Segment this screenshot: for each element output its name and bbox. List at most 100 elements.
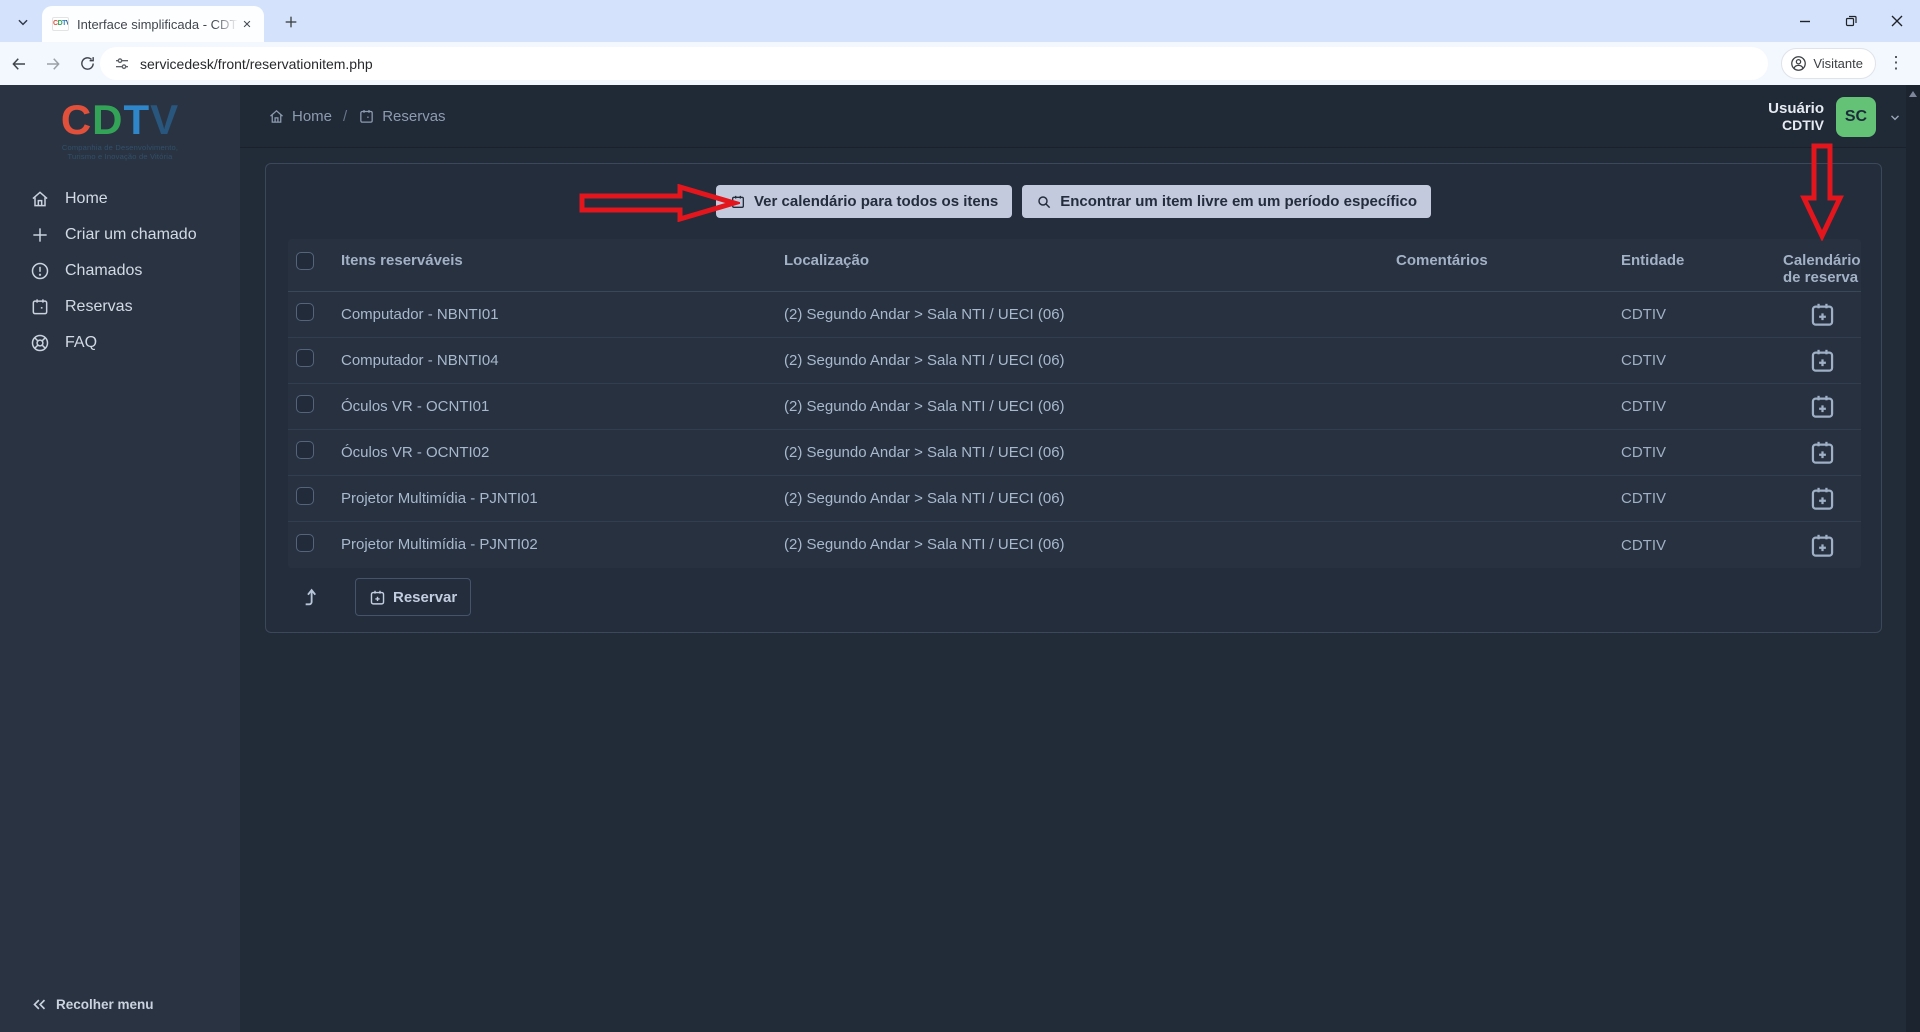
entity-cell: CDTIV [1621, 398, 1666, 415]
row-checkbox[interactable] [296, 441, 314, 459]
cdtv-logo: CDTV Companhia de Desenvolvimento, Turis… [0, 97, 240, 162]
window-restore-button[interactable] [1828, 0, 1874, 42]
entity-cell: CDTIV [1621, 444, 1666, 461]
close-icon [1891, 15, 1903, 27]
reservation-calendar-button[interactable] [1807, 391, 1838, 422]
calendar-plus-icon [1811, 303, 1833, 326]
table-row: Óculos VR - OCNTI01 (2) Segundo Andar > … [288, 384, 1861, 430]
calendar-plus-icon [1811, 487, 1833, 510]
calendar-plus-icon [1811, 534, 1833, 557]
item-link[interactable]: Projetor Multimídia - PJNTI02 [341, 536, 538, 553]
calendar-plus-icon [1811, 349, 1833, 372]
location-link[interactable]: (2) Segundo Andar > Sala NTI / UECI (06) [784, 536, 1065, 553]
page-scrollbar[interactable] [1906, 85, 1920, 1032]
row-checkbox[interactable] [296, 487, 314, 505]
find-free-item-button[interactable]: Encontrar um item livre em um período es… [1022, 185, 1431, 218]
site-settings-icon [116, 57, 128, 69]
profile-label: Visitante [1813, 56, 1863, 71]
location-link[interactable]: (2) Segundo Andar > Sala NTI / UECI (06) [784, 398, 1065, 415]
reserve-button[interactable]: Reservar [355, 578, 472, 616]
calendar-icon [32, 299, 48, 315]
browser-profile-button[interactable]: Visitante [1781, 48, 1876, 79]
col-header-entity: Entidade [1621, 252, 1685, 269]
window-close-button[interactable] [1874, 0, 1920, 42]
item-link[interactable]: Projetor Multimídia - PJNTI01 [341, 490, 538, 507]
plus-icon [285, 16, 297, 28]
logo-subtitle-line1: Companhia de Desenvolvimento, [61, 143, 179, 152]
item-link[interactable]: Óculos VR - OCNTI02 [341, 444, 489, 461]
chevrons-left-icon [33, 999, 46, 1010]
reservation-calendar-button[interactable] [1807, 437, 1838, 468]
forward-button[interactable] [38, 49, 68, 79]
avatar[interactable]: SC [1836, 96, 1876, 137]
select-all-checkbox[interactable] [296, 252, 314, 270]
col-header-calendar: Calendário de reserva [1783, 252, 1861, 286]
reservable-items-table: Itens reserváveis Localização Comentário… [288, 239, 1861, 568]
home-icon [270, 109, 283, 123]
entity-cell: CDTIV [1621, 536, 1666, 554]
location-link[interactable]: (2) Segundo Andar > Sala NTI / UECI (06) [784, 306, 1065, 323]
item-link[interactable]: Computador - NBNTI01 [341, 306, 499, 323]
breadcrumb-home-link[interactable]: Home [268, 108, 332, 125]
row-checkbox[interactable] [296, 395, 314, 413]
new-tab-button[interactable] [278, 9, 304, 35]
item-link[interactable]: Computador - NBNTI04 [341, 352, 499, 369]
reload-button[interactable] [72, 49, 102, 79]
calendar-icon [731, 195, 744, 208]
item-link[interactable]: Óculos VR - OCNTI01 [341, 398, 489, 415]
window-minimize-button[interactable] [1782, 0, 1828, 42]
reservation-card: Ver calendário para todos os itens Encon… [265, 163, 1882, 633]
reload-icon [80, 57, 94, 70]
site-favicon-icon: CDTV [52, 17, 69, 31]
collapse-menu-button[interactable]: Recolher menu [32, 997, 154, 1012]
tab-close-button[interactable] [238, 15, 256, 33]
col-header-location: Localização [784, 252, 870, 269]
reservation-calendar-button[interactable] [1807, 530, 1838, 561]
view-calendar-all-items-button[interactable]: Ver calendário para todos os itens [715, 185, 1013, 218]
browser-menu-button[interactable]: ⋮ [1882, 49, 1910, 77]
entity-cell: CDTIV [1621, 306, 1666, 323]
massive-action-arrow-icon [305, 588, 317, 606]
reservation-calendar-button[interactable] [1807, 345, 1838, 376]
location-link[interactable]: (2) Segundo Andar > Sala NTI / UECI (06) [784, 352, 1065, 369]
page-header: Home / Reservas Usuário CDTIV SC [240, 85, 1920, 148]
sidebar: CDTV Companhia de Desenvolvimento, Turis… [0, 85, 240, 1032]
sidebar-item-reservas[interactable]: Reservas [0, 289, 240, 325]
faq-lifebuoy-icon [31, 334, 49, 352]
table-row: Computador - NBNTI04 (2) Segundo Andar >… [288, 338, 1861, 384]
user-menu[interactable]: Usuário CDTIV SC [1768, 85, 1902, 148]
plus-icon [33, 228, 47, 242]
row-checkbox[interactable] [296, 303, 314, 321]
table-row: Computador - NBNTI01 (2) Segundo Andar >… [288, 292, 1861, 338]
sidebar-item-chamados[interactable]: Chamados [0, 253, 240, 289]
tab-search-button[interactable] [8, 8, 38, 36]
table-header-row: Itens reserváveis Localização Comentário… [288, 239, 1861, 292]
alert-circle-icon [31, 262, 49, 280]
row-checkbox[interactable] [296, 349, 314, 367]
calendar-plus-icon [1811, 441, 1833, 464]
reservation-calendar-button[interactable] [1807, 299, 1838, 330]
browser-tab[interactable]: CDTV Interface simplificada - CDTIV H [42, 6, 264, 42]
location-link[interactable]: (2) Segundo Andar > Sala NTI / UECI (06) [784, 444, 1065, 461]
sidebar-item-criar-chamado[interactable]: Criar um chamado [0, 217, 240, 253]
sidebar-item-faq[interactable]: FAQ [0, 325, 240, 361]
calendar-icon [360, 109, 373, 123]
row-checkbox[interactable] [296, 533, 314, 552]
scrollbar-up-arrow-icon [1909, 91, 1917, 97]
calendar-plus-icon [1811, 395, 1833, 418]
col-header-items: Itens reserváveis [341, 252, 463, 269]
app-window: CDTV Companhia de Desenvolvimento, Turis… [0, 85, 1920, 1032]
chevron-down-icon [18, 19, 28, 26]
location-link[interactable]: (2) Segundo Andar > Sala NTI / UECI (06) [784, 490, 1065, 507]
url-bar[interactable]: servicedesk/front/reservationitem.php [100, 47, 1768, 80]
tab-title: Interface simplificada - CDTIV H [77, 16, 238, 32]
table-row: Projetor Multimídia - PJNTI02 (2) Segund… [288, 522, 1861, 568]
sidebar-item-home[interactable]: Home [0, 181, 240, 217]
close-icon [243, 20, 251, 28]
breadcrumb-reservas-link[interactable]: Reservas [358, 108, 446, 125]
table-row: Óculos VR - OCNTI02 (2) Segundo Andar > … [288, 430, 1861, 476]
breadcrumb: Home / Reservas [268, 85, 446, 148]
reservation-calendar-button[interactable] [1807, 483, 1838, 514]
back-button[interactable] [4, 49, 34, 79]
logo-subtitle-line2: Turismo e Inovação de Vitória [67, 152, 173, 161]
